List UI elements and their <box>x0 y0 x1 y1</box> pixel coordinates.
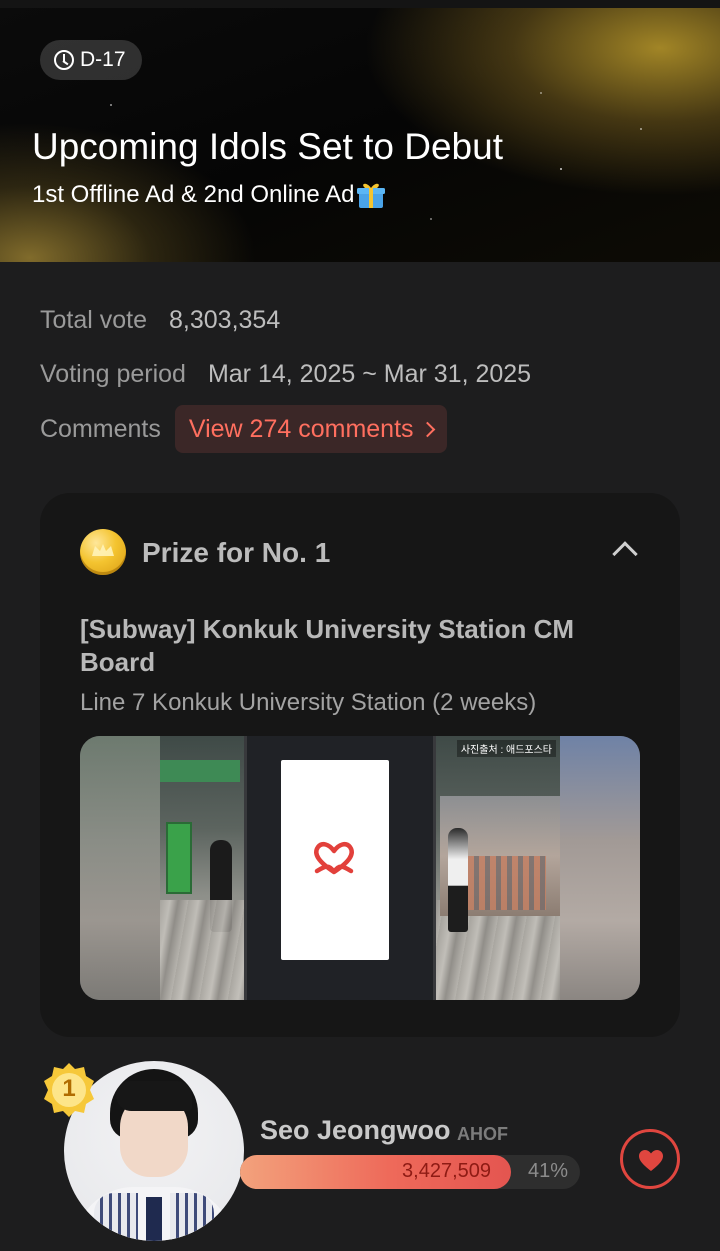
voting-period-value: Mar 14, 2025 ~ Mar 31, 2025 <box>207 360 532 388</box>
clock-icon <box>54 50 74 70</box>
rank-number: 1 <box>62 1075 76 1102</box>
vote-heart-button[interactable] <box>620 1129 680 1189</box>
star-sparkle <box>430 218 432 220</box>
prize-title: Prize for No. 1 <box>142 537 331 568</box>
chevron-right-icon <box>419 421 435 437</box>
vote-percent: 41% <box>528 1160 569 1182</box>
dday-badge: D-17 <box>40 40 142 80</box>
view-comments-label: View 274 comments <box>188 414 414 443</box>
ad-location-photo: 사진출처 : 애드포스타 <box>80 736 640 1000</box>
cm-board-screen <box>281 760 389 960</box>
vote-progress-fill: 3,427,509 <box>240 1155 511 1189</box>
brand-heart-logo-icon <box>314 841 354 875</box>
ranking-list-item[interactable]: 1 Seo Jeongwoo AHOF 3,427,509 41% <box>0 1055 720 1251</box>
avatar-tie <box>146 1197 162 1241</box>
coin-icon <box>80 529 126 575</box>
total-vote-label: Total vote <box>40 306 148 334</box>
banner-subtitle: 1st Offline Ad & 2nd Online Ad <box>32 180 386 210</box>
vote-count: 3,427,509 <box>402 1160 491 1182</box>
photo-credit: 사진출처 : 애드포스타 <box>456 740 556 757</box>
banner-subtitle-text: 1st Offline Ad & 2nd Online Ad <box>32 181 355 208</box>
voting-period-row: Voting period Mar 14, 2025 ~ Mar 31, 202… <box>40 360 531 389</box>
cm-board-kiosk <box>244 736 436 1000</box>
idol-group: AHOF <box>457 1124 508 1144</box>
ticket-machine <box>166 822 192 894</box>
heart-icon <box>639 1150 663 1171</box>
view-comments-button[interactable]: View 274 comments <box>174 405 447 453</box>
photo-blur-left <box>80 736 160 1000</box>
gift-icon <box>356 180 386 210</box>
passenger-figure <box>448 828 468 932</box>
subway-scene <box>160 736 560 1000</box>
avatar-jacket <box>170 1193 214 1241</box>
collapse-chevron-icon[interactable] <box>612 541 638 567</box>
star-sparkle <box>110 104 112 106</box>
rank-badge: 1 <box>40 1061 98 1119</box>
photo-blur-right <box>560 736 640 1000</box>
avatar-jacket <box>94 1193 138 1241</box>
star-sparkle <box>640 128 642 130</box>
avatar-bangs <box>116 1081 192 1111</box>
station-sign <box>160 760 240 782</box>
clothes-rack <box>468 856 546 910</box>
star-sparkle <box>540 92 542 94</box>
voting-period-label: Voting period <box>40 360 186 388</box>
banner-title: Upcoming Idols Set to Debut <box>32 126 503 167</box>
vote-progress-bar: 3,427,509 41% <box>240 1155 580 1189</box>
prize-name: [Subway] Konkuk University Station CM Bo… <box>80 614 575 677</box>
total-vote-row: Total vote 8,303,354 <box>40 306 280 335</box>
comments-label: Comments <box>40 414 161 443</box>
event-banner: D-17 Upcoming Idols Set to Debut 1st Off… <box>0 8 720 262</box>
star-sparkle <box>560 168 562 170</box>
idol-name: Seo Jeongwoo <box>260 1115 451 1145</box>
status-strip <box>0 0 720 8</box>
total-vote-value: 8,303,354 <box>169 306 281 334</box>
comments-row: Comments View 274 comments <box>40 405 447 453</box>
prize-location: Line 7 Konkuk University Station (2 week… <box>80 689 537 716</box>
dday-text: D-17 <box>80 48 126 71</box>
prize-card: Prize for No. 1 [Subway] Konkuk Universi… <box>40 493 680 1037</box>
